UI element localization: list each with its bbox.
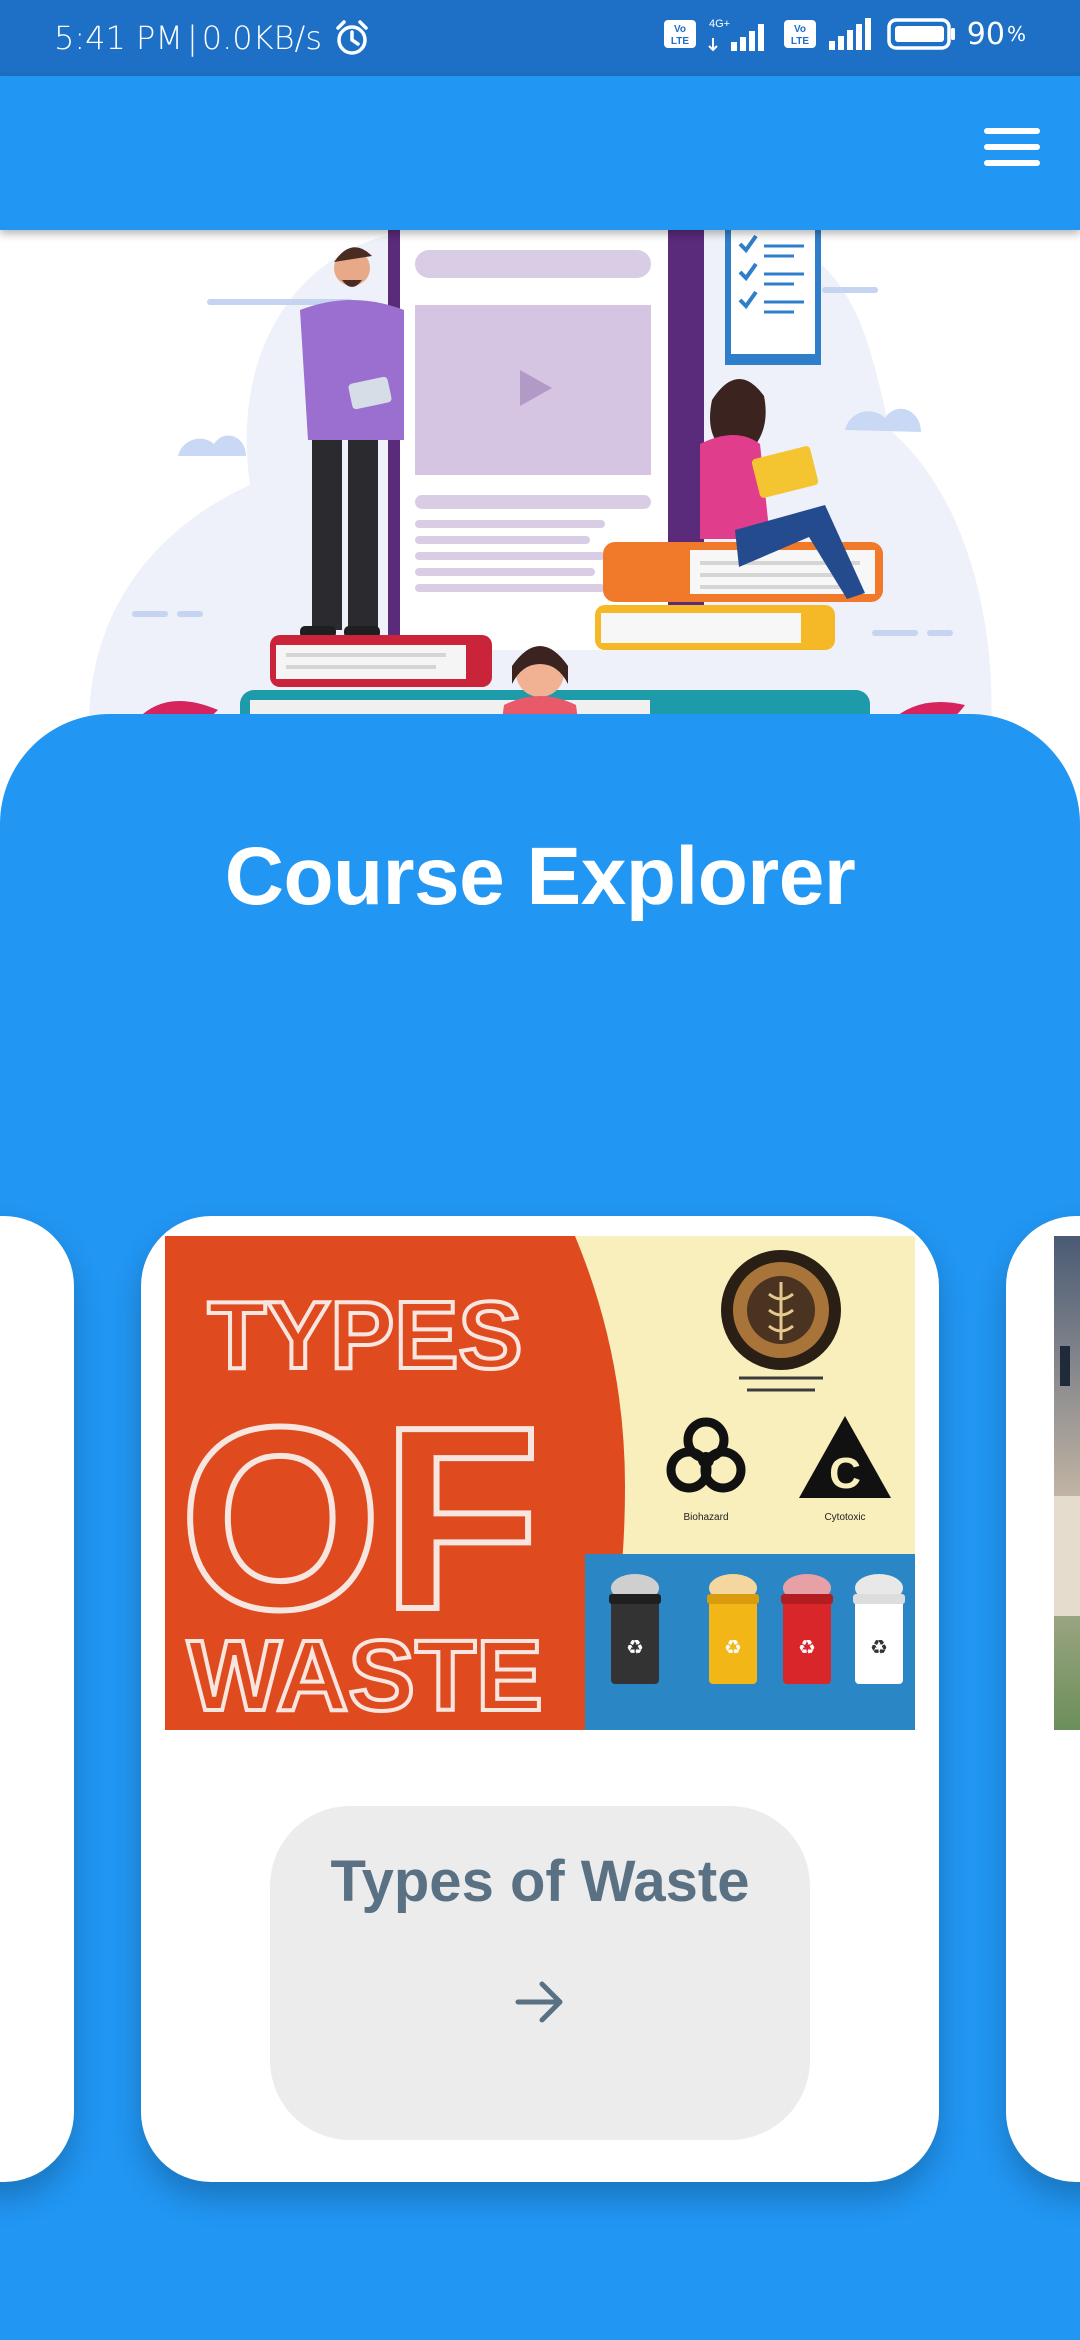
status-bar: 5:41 PM | 0.0KB/s Vo LTE 4G+ Vo LTE 90 % (0, 0, 1080, 76)
battery-icon (887, 18, 955, 50)
next-card-image (1054, 1236, 1080, 1730)
svg-text:LTE: LTE (791, 36, 809, 47)
course-image: TYPES OF WASTE Biohazard C Cytotoxic ♻ ♻… (165, 1236, 915, 1730)
status-network-speed: 0.0KB/s (201, 19, 322, 57)
svg-text:Vo: Vo (794, 24, 806, 35)
carousel-card-current[interactable]: TYPES OF WASTE Biohazard C Cytotoxic ♻ ♻… (141, 1216, 939, 2182)
hamburger-menu-icon[interactable] (984, 128, 1040, 178)
battery-level: 90 (966, 16, 1005, 52)
status-time: 5:41 PM (54, 19, 183, 57)
image-text-waste: WASTE (187, 1620, 543, 1730)
app-screen: 5:41 PM | 0.0KB/s Vo LTE 4G+ Vo LTE 90 %… (0, 0, 1080, 2340)
hero-illustration (0, 230, 1080, 750)
page-title: Course Explorer (224, 831, 856, 922)
app-bar (0, 76, 1080, 230)
status-left: 5:41 PM | 0.0KB/s (54, 18, 372, 58)
volte-icon: Vo LTE (663, 20, 696, 48)
open-course-button[interactable]: Types of Waste (270, 1806, 810, 2140)
svg-text:4G+: 4G+ (709, 18, 730, 30)
status-right: Vo LTE 4G+ Vo LTE 90 % (663, 16, 1026, 52)
svg-text:LTE: LTE (671, 36, 689, 47)
volte-icon-2: Vo LTE (783, 20, 816, 48)
image-text-types: TYPES (208, 1282, 523, 1389)
types-of-waste-image: TYPES OF WASTE Biohazard C Cytotoxic ♻ ♻… (165, 1236, 915, 1730)
people-with-books-illustration (89, 230, 992, 750)
arrow-right-icon (515, 1981, 563, 2023)
svg-text:♻: ♻ (870, 1637, 888, 1659)
alarm-icon (336, 20, 368, 55)
cytotoxic-label: Cytotoxic (824, 1512, 865, 1523)
svg-text:♻: ♻ (798, 1637, 816, 1659)
carousel-card-next[interactable] (1006, 1216, 1080, 2182)
svg-text:Vo: Vo (674, 24, 686, 35)
status-separator: | (186, 19, 198, 57)
signal-4g-icon: 4G+ (708, 18, 764, 52)
svg-text:♻: ♻ (626, 1637, 644, 1659)
signal-icon (828, 18, 871, 50)
svg-text:♻: ♻ (724, 1637, 742, 1659)
battery-percent-sign: % (1006, 22, 1026, 46)
course-title: Types of Waste (330, 1849, 750, 1914)
carousel-card-previous[interactable] (0, 1216, 74, 2182)
biohazard-label: Biohazard (683, 1512, 728, 1523)
svg-text:C: C (829, 1449, 861, 1498)
